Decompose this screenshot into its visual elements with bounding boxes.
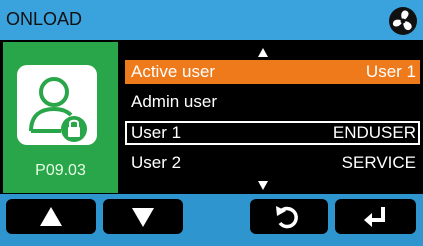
fan-icon: [388, 6, 418, 36]
menu-row-user-2[interactable]: User 2 SERVICE: [125, 151, 420, 175]
profile-id: P09.03: [35, 162, 86, 179]
menu-row-admin-user[interactable]: Admin user: [125, 90, 420, 114]
row-label: User 1: [131, 123, 182, 142]
row-value: User 1: [365, 62, 416, 81]
enter-return-icon: [364, 207, 385, 227]
back-button[interactable]: [250, 199, 328, 234]
row-value: ENDUSER: [332, 123, 416, 142]
user-lock-icon: [17, 65, 97, 145]
mode-title: ONLOAD: [6, 9, 83, 29]
triangle-up-icon: [40, 207, 62, 226]
scroll-up-arrow-icon: [258, 48, 268, 57]
scroll-down-arrow-icon: [258, 181, 268, 190]
row-label: User 2: [131, 153, 182, 172]
enter-button[interactable]: [335, 199, 416, 234]
hmi-device: ONLOAD P09.03 Active user User 1 Admin u…: [0, 0, 423, 246]
up-button[interactable]: [6, 199, 96, 234]
row-label: Admin user: [131, 92, 217, 111]
row-value: SERVICE: [341, 153, 416, 172]
down-button[interactable]: [103, 199, 183, 234]
menu-row-user-1[interactable]: User 1 ENDUSER: [125, 121, 420, 145]
row-label: Active user: [131, 62, 216, 81]
status-header: ONLOAD: [0, 0, 423, 40]
user-profile-panel: P09.03: [3, 42, 118, 193]
rotate-back-icon: [276, 206, 298, 229]
triangle-down-icon: [132, 208, 154, 227]
menu-row-active-user[interactable]: Active user User 1: [125, 60, 420, 84]
